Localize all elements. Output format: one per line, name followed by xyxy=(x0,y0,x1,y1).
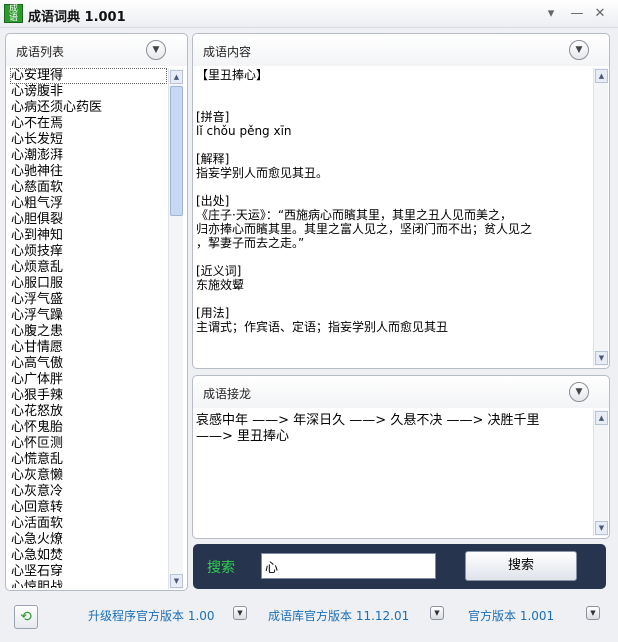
idiom-chain-text: 哀感中年 ——> 年深日久 ——> 久悬不决 ——> 决胜千里 ——> 里丑捧心 xyxy=(196,413,591,445)
list-item[interactable]: 心安理得 xyxy=(10,68,167,84)
content-line: ，挈妻子而去之走。” xyxy=(196,236,305,250)
list-item[interactable]: 心腹之患 xyxy=(10,324,167,340)
search-label: 搜索 xyxy=(207,560,235,576)
list-item[interactable]: 心谤腹非 xyxy=(10,84,167,100)
idiom-content-text: 【里丑捧心】 [拼音] lǐ chǒu pěng xīn [解释] 指妄学别人而愈见其丑… xyxy=(196,68,591,334)
official-version-link[interactable]: 官方版本 1.001 xyxy=(468,607,554,624)
idiom-content-title: 成语内容 xyxy=(203,45,252,59)
list-item[interactable]: 心不在焉 xyxy=(10,116,167,132)
app-window: 成语 成语词典 1.001 ▾ — ✕ 成语列表 ▼ 心安理得 心谤腹非 心病还须心… xyxy=(0,0,618,642)
search-button[interactable]: 搜索 xyxy=(465,551,577,581)
list-item[interactable]: 心浮气躁 xyxy=(10,308,167,324)
idiom-chain-panel: 成语接龙 ▼ xyxy=(192,375,610,539)
app-logo-icon: 成语 xyxy=(4,4,23,23)
scroll-up-arrow-icon[interactable]: ▲ xyxy=(595,69,608,83)
idiom-content-header: 成语内容 ▼ xyxy=(193,34,609,66)
content-line: [近义词] xyxy=(196,264,242,278)
list-item[interactable]: 心到神知 xyxy=(10,228,167,244)
list-item[interactable]: 心服口服 xyxy=(10,276,167,292)
list-item[interactable]: 心高气傲 xyxy=(10,356,167,372)
collapse-chevron-icon[interactable]: ▼ xyxy=(146,40,166,60)
collapse-chevron-icon[interactable]: ▼ xyxy=(569,40,589,60)
menu-dropdown-icon[interactable]: ▾ xyxy=(543,6,559,22)
content-line: 归亦捧心而矉其里。其里之富人见之，坚闭门而不出；贫人见之 xyxy=(196,222,533,236)
list-item[interactable]: 心病还须心药医 xyxy=(10,100,167,116)
list-item[interactable]: 心怀鬼胎 xyxy=(10,420,167,436)
scroll-up-arrow-icon[interactable]: ▲ xyxy=(170,70,183,84)
database-dropdown-icon[interactable]: ▼ xyxy=(430,606,444,620)
idiom-list-scrollbar[interactable]: ▲ ▼ xyxy=(168,69,183,589)
idiom-chain-title: 成语接龙 xyxy=(203,387,252,401)
list-item[interactable]: 心怀叵测 xyxy=(10,436,167,452)
list-item[interactable]: 心惊胆战 xyxy=(10,580,167,588)
idiom-list-title: 成语列表 xyxy=(16,45,65,59)
list-item[interactable]: 心粗气浮 xyxy=(10,196,167,212)
list-item[interactable]: 心活面软 xyxy=(10,516,167,532)
list-item[interactable]: 心狠手辣 xyxy=(10,388,167,404)
scroll-up-arrow-icon[interactable]: ▲ xyxy=(595,411,608,425)
collapse-chevron-icon[interactable]: ▼ xyxy=(569,382,589,402)
list-item[interactable]: 心灰意懒 xyxy=(10,468,167,484)
refresh-icon[interactable]: ⟲ xyxy=(14,605,38,629)
content-line xyxy=(196,82,591,96)
content-scrollbar[interactable]: ▲ ▼ xyxy=(593,68,608,366)
content-line: [出处] xyxy=(196,194,230,208)
content-line: lǐ chǒu pěng xīn xyxy=(196,124,292,138)
chain-line: 哀感中年 ——> 年深日久 ——> 久悬不决 ——> 决胜千里 xyxy=(196,413,540,428)
idiom-list-header: 成语列表 ▼ xyxy=(6,34,187,66)
list-item[interactable]: 心慌意乱 xyxy=(10,452,167,468)
content-line: 东施效颦 xyxy=(196,278,245,292)
chain-scrollbar[interactable]: ▲ ▼ xyxy=(593,410,608,536)
list-item[interactable]: 心急如焚 xyxy=(10,548,167,564)
list-item[interactable]: 心烦意乱 xyxy=(10,260,167,276)
list-item[interactable]: 心坚石穿 xyxy=(10,564,167,580)
content-line: [解释] xyxy=(196,152,230,166)
list-item[interactable]: 心广体胖 xyxy=(10,372,167,388)
upgrade-version-link[interactable]: 升级程序官方版本 1.00 xyxy=(88,607,215,624)
list-item[interactable]: 心烦技痒 xyxy=(10,244,167,260)
upgrade-dropdown-icon[interactable]: ▼ xyxy=(233,606,247,620)
database-version-link[interactable]: 成语库官方版本 11.12.01 xyxy=(268,607,409,624)
search-input[interactable] xyxy=(261,553,436,579)
list-item[interactable]: 心胆俱裂 xyxy=(10,212,167,228)
scroll-down-arrow-icon[interactable]: ▼ xyxy=(595,521,608,535)
list-item[interactable]: 心长发短 xyxy=(10,132,167,148)
list-item[interactable]: 心灰意冷 xyxy=(10,484,167,500)
list-item[interactable]: 心花怒放 xyxy=(10,404,167,420)
content-line: 【里丑捧心】 xyxy=(196,68,269,82)
content-line: [拼音] xyxy=(196,110,230,124)
list-item[interactable]: 心驰神往 xyxy=(10,164,167,180)
scroll-down-arrow-icon[interactable]: ▼ xyxy=(170,574,183,588)
list-item[interactable]: 心潮澎湃 xyxy=(10,148,167,164)
list-item[interactable]: 心回意转 xyxy=(10,500,167,516)
idiom-list[interactable]: 心安理得 心谤腹非 心病还须心药医 心不在焉 心长发短 心潮澎湃 心驰神往 心慈面软 心粗气浮心… xyxy=(10,68,167,588)
close-button[interactable]: ✕ xyxy=(592,6,608,22)
content-line: [用法] xyxy=(196,306,230,320)
scroll-down-arrow-icon[interactable]: ▼ xyxy=(595,351,608,365)
content-line: 主谓式；作宾语、定语；指妄学别人而愈见其丑 xyxy=(196,320,449,334)
search-bar: 搜索 搜索 xyxy=(193,544,606,589)
content-line: 《庄子·天运》：“西施病心而矉其里，其里之丑人见而美之， xyxy=(196,208,513,222)
official-dropdown-icon[interactable]: ▼ xyxy=(586,606,600,620)
list-item[interactable]: 心浮气盛 xyxy=(10,292,167,308)
scroll-thumb[interactable] xyxy=(170,86,183,216)
list-item[interactable]: 心慈面软 xyxy=(10,180,167,196)
window-title: 成语词典 1.001 xyxy=(28,10,126,25)
list-item[interactable]: 心急火燎 xyxy=(10,532,167,548)
status-footer: ⟲ 升级程序官方版本 1.00 ▼ 成语库官方版本 11.12.01 ▼ 官方版… xyxy=(0,597,618,642)
idiom-chain-header: 成语接龙 ▼ xyxy=(193,376,609,408)
minimize-button[interactable]: — xyxy=(569,6,585,22)
title-bar[interactable]: 成语 成语词典 1.001 ▾ — ✕ xyxy=(0,0,618,28)
chain-line: ——> 里丑捧心 xyxy=(196,429,290,444)
list-item[interactable]: 心甘情愿 xyxy=(10,340,167,356)
content-line: 指妄学别人而愈见其丑。 xyxy=(196,166,329,180)
